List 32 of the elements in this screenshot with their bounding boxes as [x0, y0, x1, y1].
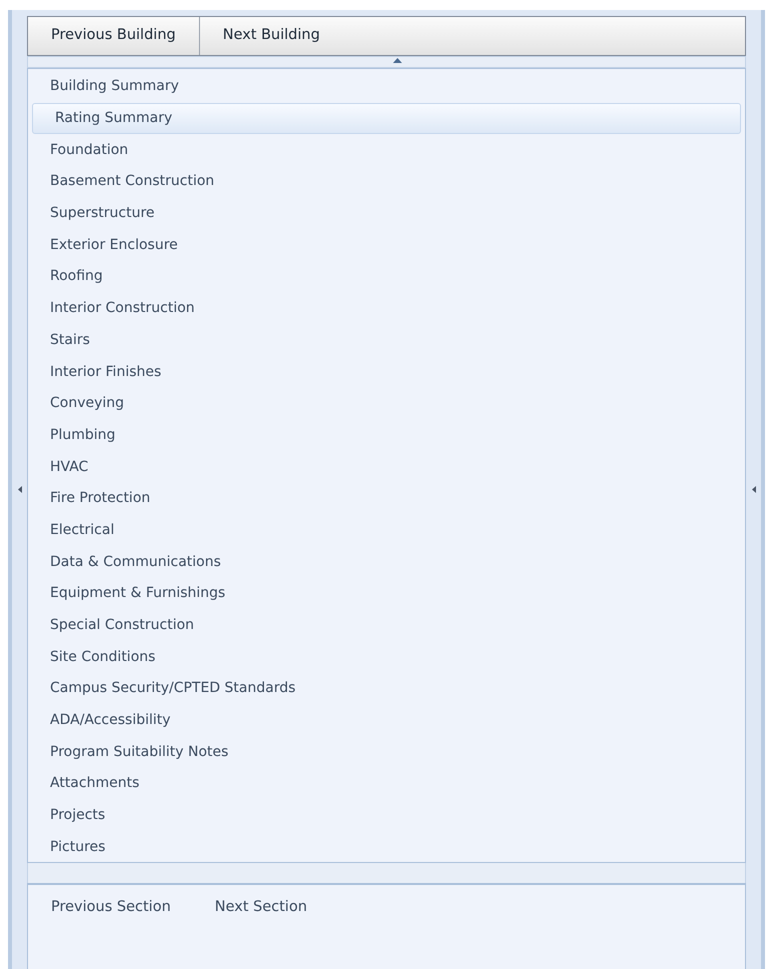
section-item[interactable]: Projects — [28, 800, 745, 832]
building-nav-button[interactable]: Previous Building — [28, 17, 200, 55]
section-nav-button[interactable]: Next Section — [214, 897, 308, 917]
section-item[interactable]: ADA/Accessibility — [28, 704, 745, 736]
section-item[interactable]: Rating Summary — [32, 102, 741, 134]
section-item[interactable]: Site Conditions — [28, 641, 745, 674]
section-item[interactable]: Stairs — [28, 324, 745, 356]
splitter-arrow-icon[interactable] — [393, 58, 402, 63]
section-item[interactable]: Electrical — [28, 514, 745, 546]
section-item[interactable]: Conveying — [28, 388, 745, 420]
section-item[interactable]: Equipment & Furnishings — [28, 578, 745, 610]
section-item[interactable]: Fire Protection — [28, 482, 745, 515]
collapse-arrow-icon[interactable] — [752, 486, 756, 493]
section-item[interactable]: Superstructure — [28, 198, 745, 230]
section-item[interactable]: Special Construction — [28, 610, 745, 642]
section-item[interactable]: Roofing — [28, 261, 745, 293]
section-item[interactable]: Pictures — [28, 832, 745, 864]
section-item[interactable]: Building Summary — [28, 71, 745, 103]
section-item[interactable]: Foundation — [28, 134, 745, 166]
section-item[interactable]: Data & Communications — [28, 546, 745, 578]
section-item[interactable]: Attachments — [28, 768, 745, 800]
section-nav-button[interactable]: Previous Section — [51, 897, 171, 917]
section-item[interactable]: Basement Construction — [28, 166, 745, 198]
section-item[interactable]: HVAC — [28, 451, 745, 483]
section-item[interactable]: Program Suitability Notes — [28, 736, 745, 768]
section-item[interactable]: Interior Construction — [28, 292, 745, 324]
section-item[interactable]: Exterior Enclosure — [28, 229, 745, 262]
building-nav-button[interactable]: Next Building — [200, 17, 343, 55]
section-item[interactable]: Campus Security/CPTED Standards — [28, 673, 745, 705]
section-item[interactable]: Interior Finishes — [28, 356, 745, 388]
collapse-arrow-icon[interactable] — [18, 486, 22, 493]
section-item[interactable]: Plumbing — [28, 420, 745, 452]
